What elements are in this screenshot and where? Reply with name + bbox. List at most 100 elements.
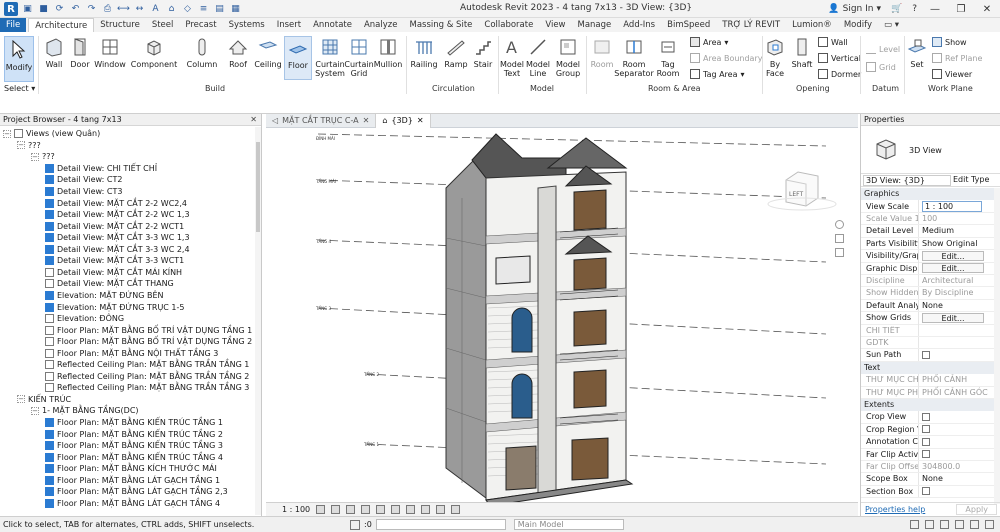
shadows-icon[interactable] (361, 505, 371, 514)
wall-button[interactable]: Wall (42, 36, 66, 69)
close-icon[interactable]: ✕ (417, 114, 424, 128)
edit-type-button[interactable]: Edit Type (953, 175, 989, 184)
browser-view-item[interactable]: Detail View: MẶT CẮT 2-2 WC2,4 (45, 197, 187, 209)
browser-scrollbar[interactable] (255, 127, 261, 515)
tab-massing-site[interactable]: Massing & Site (403, 18, 478, 32)
property-row[interactable]: Graphic Displ... Edit... (861, 262, 995, 275)
browser-view-item[interactable]: Reflected Ceiling Plan: MẶT BẰNG TRẦN TẦ… (45, 371, 249, 383)
curtain-system-button[interactable]: Curtain System (315, 36, 345, 78)
component-button[interactable]: Component (131, 36, 177, 69)
thin-lines-icon[interactable]: ≡ (197, 3, 210, 16)
level-button[interactable]: Level (866, 44, 900, 54)
property-row[interactable]: Scale Value 1: 100 (861, 212, 995, 226)
modify-button[interactable]: Modify (4, 36, 34, 82)
tab-insert[interactable]: Insert (271, 18, 307, 32)
zoom-region-icon[interactable] (834, 248, 844, 257)
model-line-button[interactable]: Model Line (526, 36, 550, 78)
checkbox[interactable] (922, 425, 930, 434)
close-hidden-icon[interactable]: ▤ (213, 3, 226, 16)
print-icon[interactable]: ⎙ (101, 3, 114, 16)
dormer-button[interactable]: Dormer (818, 69, 861, 79)
save-icon[interactable]: ■ (37, 3, 50, 16)
close-button[interactable]: ✕ (974, 0, 1000, 18)
wall-opening-button[interactable]: Wall (818, 37, 848, 47)
measure-icon[interactable]: ⟷ (117, 3, 130, 16)
visual-style-icon[interactable] (331, 505, 341, 514)
filter-icon[interactable] (985, 520, 994, 529)
design-option-field[interactable]: Main Model (513, 519, 624, 530)
browser-view-item[interactable]: Detail View: CT3 (45, 186, 122, 198)
sign-in-button[interactable]: 👤 Sign In ▾ (823, 4, 886, 14)
worksets-icon[interactable] (350, 519, 360, 530)
browser-group[interactable]: − Views (view Quân) (3, 128, 100, 140)
ceiling-button[interactable]: Ceiling (254, 36, 282, 69)
3d-canvas[interactable]: ĐỈNH MÁI TẦNG MÁI TẦNG 4 TẦNG 3 TẦNG 2 T… (266, 128, 858, 507)
property-row[interactable]: Sun Path (861, 349, 995, 362)
collapse-icon[interactable]: − (17, 395, 25, 404)
ribbon-toggle[interactable]: ▭ ▾ (878, 18, 905, 32)
tab-collaborate[interactable]: Collaborate (478, 18, 539, 32)
select-by-face-icon[interactable] (955, 520, 964, 529)
tab-view[interactable]: View (539, 18, 571, 32)
browser-view-item[interactable]: Floor Plan: MẶT BẰNG KIẾN TRÚC TẦNG 1 (45, 417, 223, 429)
browser-view-item[interactable]: Elevation: ĐÔNG (45, 313, 124, 325)
browser-view-item[interactable]: Detail View: MẶT CẮT 3-3 WC 1,3 (45, 232, 190, 244)
tag-icon[interactable]: A (149, 3, 162, 16)
zoom-icon[interactable] (834, 234, 844, 243)
property-row[interactable]: Parts Visibility Show Original (861, 237, 995, 251)
close-icon[interactable]: ✕ (363, 114, 370, 128)
property-row[interactable]: View Scale 1 : 100 (861, 200, 995, 213)
property-value[interactable] (918, 448, 995, 460)
edit-button[interactable]: Edit... (922, 263, 984, 274)
select-underlay-icon[interactable] (925, 520, 934, 529)
type-selector[interactable]: 3D View (861, 126, 1000, 174)
tab-modify[interactable]: Modify (838, 18, 878, 32)
browser-view-item[interactable]: Detail View: MẶT CẮT 3-3 WCT1 (45, 255, 184, 267)
property-value[interactable]: None (918, 299, 995, 312)
crop-view-icon[interactable] (391, 505, 401, 514)
view-tab-3d[interactable]: ⌂ {3D} ✕ (375, 114, 431, 128)
browser-view-item[interactable]: Detail View: MẶT CẮT THANG (45, 278, 174, 290)
browser-view-item[interactable]: Floor Plan: MẶT BẰNG LÁT GẠCH TẦNG 2,3 (45, 486, 228, 498)
dimension-icon[interactable]: ↔ (133, 3, 146, 16)
window-button[interactable]: Window (94, 36, 126, 69)
property-value[interactable]: Medium (918, 225, 995, 237)
browser-group[interactable]: −??? (17, 140, 41, 152)
room-separator-button[interactable]: Room Separator (614, 36, 654, 78)
property-category[interactable]: Extents (861, 398, 995, 411)
floor-button[interactable]: Floor (284, 36, 312, 80)
browser-group[interactable]: −??? (31, 151, 55, 163)
tab-annotate[interactable]: Annotate (307, 18, 358, 32)
instance-dropdown[interactable]: 3D View: {3D} (863, 175, 951, 186)
view-scale[interactable]: 1 : 100 (282, 505, 310, 514)
by-face-button[interactable]: By Face (764, 36, 786, 78)
open-icon[interactable]: ▣ (21, 3, 34, 16)
tab-steel[interactable]: Steel (146, 18, 180, 32)
app-logo[interactable]: R (4, 2, 18, 16)
browser-group[interactable]: − KIẾN TRÚC (17, 394, 71, 406)
tab-tro-ly-revit[interactable]: TRỢ LÝ REVIT (716, 18, 786, 32)
property-row[interactable]: Crop View (861, 411, 995, 424)
browser-group[interactable]: −1- MẶT BẰNG TẦNG(DC) (31, 405, 139, 417)
browser-view-item[interactable]: Reflected Ceiling Plan: MẶT BẰNG TRẦN TẦ… (45, 359, 249, 371)
tab-lumion[interactable]: Lumion® (786, 18, 838, 32)
building-model[interactable] (445, 133, 634, 507)
select-pinned-icon[interactable] (940, 520, 949, 529)
property-row[interactable]: Far Clip Active (861, 448, 995, 461)
collapse-icon[interactable]: − (3, 129, 11, 138)
area-boundary-button[interactable]: Area Boundary (690, 53, 762, 63)
property-value[interactable] (918, 485, 995, 498)
tab-add-ins[interactable]: Add-Ins (617, 18, 661, 32)
browser-view-item[interactable]: Floor Plan: MẶT BẰNG KIẾN TRÚC TẦNG 2 (45, 428, 223, 440)
edit-button[interactable]: Edit... (922, 250, 984, 261)
browser-view-item[interactable]: Floor Plan: MẶT BẰNG KÍCH THƯỚC MÁI (45, 463, 217, 475)
collapse-icon[interactable]: − (31, 152, 39, 161)
property-value[interactable]: None (918, 473, 995, 485)
checkbox[interactable] (922, 437, 930, 446)
checkbox[interactable] (922, 412, 930, 421)
minimize-button[interactable]: — (922, 0, 948, 18)
door-button[interactable]: Door (68, 36, 92, 69)
browser-view-item[interactable]: Floor Plan: MẶT BẰNG BỐ TRÍ VẬT DỤNG TẦN… (45, 324, 252, 336)
column-button[interactable]: Column (186, 36, 218, 69)
detail-level-icon[interactable] (316, 505, 326, 514)
